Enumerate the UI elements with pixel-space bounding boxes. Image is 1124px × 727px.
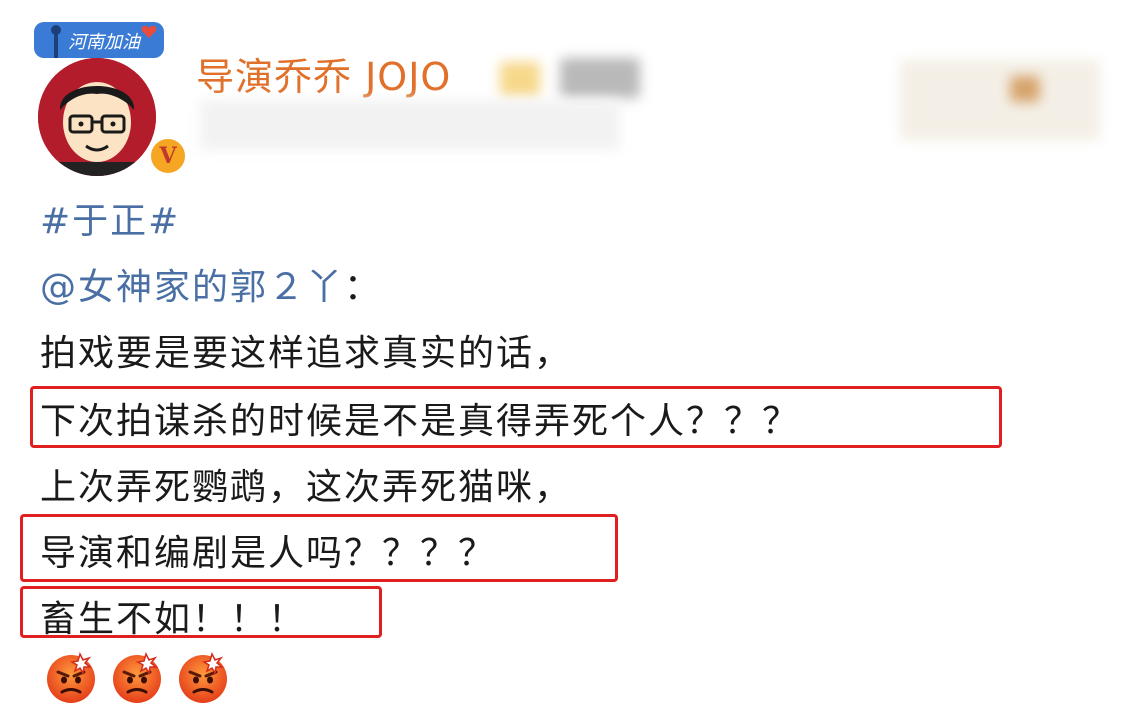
highlight-box	[20, 514, 618, 582]
avatar-banner: 河南加油	[34, 22, 164, 58]
mention-line: @女神家的郭２丫：	[40, 258, 382, 310]
post-text-line: 上次弄死鹦鹉，这次弄死猫咪，	[40, 467, 573, 508]
highlight-box	[30, 386, 1002, 448]
verified-badge-icon: V	[148, 136, 188, 176]
blurred-area	[900, 60, 1100, 140]
blurred-area	[200, 100, 620, 150]
avatar[interactable]: 河南加油 V	[30, 20, 188, 176]
angry-face-icon	[179, 651, 227, 703]
mention-link[interactable]: @女神家的郭２丫	[40, 267, 344, 308]
avatar-image	[38, 58, 156, 176]
post-text-line: 拍戏要是要这样追求真实的话，	[40, 333, 573, 374]
avatar-badge-text: 河南加油	[68, 32, 142, 53]
blurred-area	[500, 62, 540, 96]
blurred-area	[560, 58, 640, 98]
mention-colon: ：	[344, 267, 383, 308]
highlight-box	[20, 586, 382, 638]
author-name[interactable]: 导演乔乔 JOJO	[196, 46, 451, 101]
hashtag-link[interactable]: #于正#	[40, 192, 180, 244]
blurred-area	[1010, 76, 1040, 102]
angry-face-icon	[47, 651, 95, 703]
angry-face-icon	[113, 651, 161, 703]
